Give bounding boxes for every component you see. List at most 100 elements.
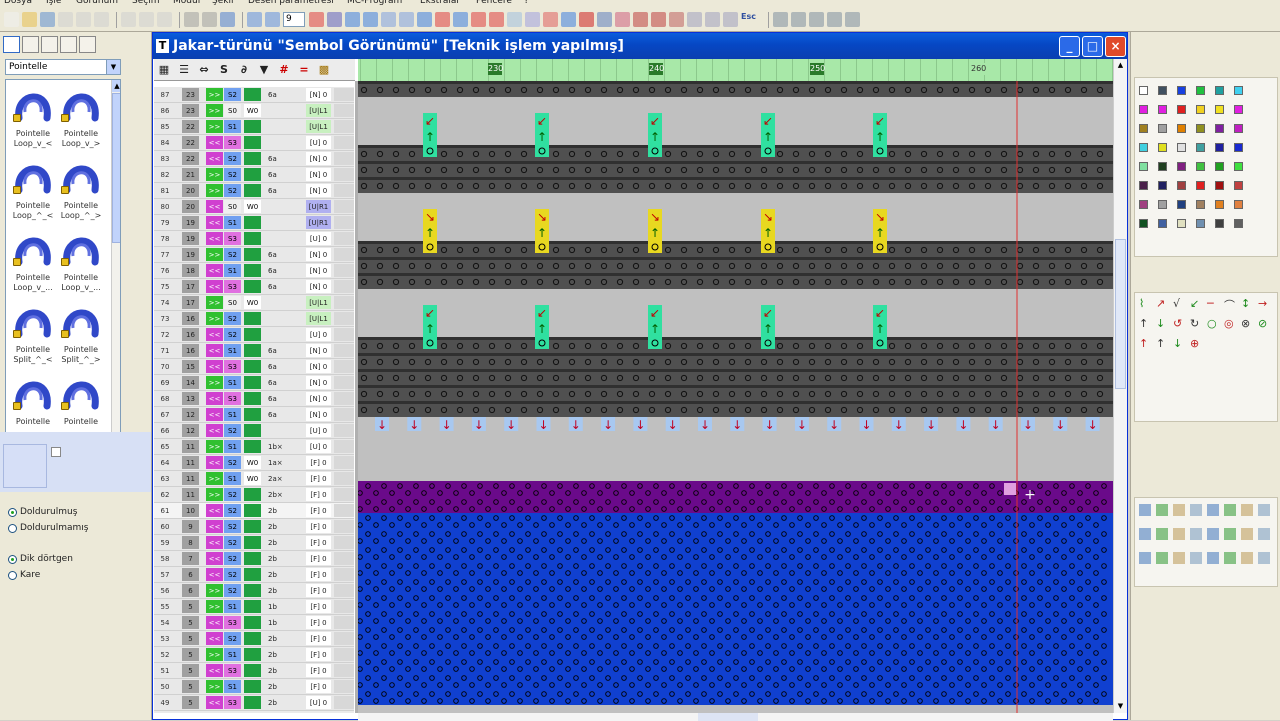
fill-option-filled[interactable]: Doldurulmuş: [8, 507, 77, 517]
color-swatch[interactable]: [1215, 143, 1224, 152]
system-cell[interactable]: S3: [224, 696, 241, 709]
color-swatch[interactable]: [1196, 181, 1205, 190]
module-tool-icon[interactable]: [1258, 504, 1270, 516]
system-cell[interactable]: S2: [224, 536, 241, 549]
module-tool-icon[interactable]: [1139, 504, 1151, 516]
system-cell[interactable]: S2: [224, 152, 241, 165]
shape-option-square[interactable]: Kare: [8, 570, 40, 580]
system-cell[interactable]: S1: [224, 216, 241, 229]
direction-arrow-icon[interactable]: <<: [206, 360, 223, 373]
menu-item-3[interactable]: Seçim: [132, 0, 159, 6]
pattern-grid[interactable]: ↙ ↑ ↙ ↑ ↙ ↑ ↙ ↑ ↙ ↑ ↘ ↑ ↘ ↑ ↘ ↑ ↘ ↑ ↘ ↑ ↙ ↑ ↙ ↑ ↙ ↑ ↙ ↑ ↙ ↑ ↓ ↓ ↓ ↓ ↓ ↓ ↓ ↓ ↓ ↓…: [358, 81, 1113, 713]
yarn-color-cell[interactable]: [244, 232, 261, 245]
direction-arrow-icon[interactable]: <<: [206, 520, 223, 533]
yarn-color-cell[interactable]: [244, 408, 261, 421]
menu-item-0[interactable]: Dosya: [4, 0, 32, 6]
yarn-color-cell[interactable]: [244, 360, 261, 373]
toolbar-tool-icon[interactable]: [435, 12, 450, 27]
menu-item-7[interactable]: MC-Program: [347, 0, 402, 6]
symbol-tile[interactable]: Pointelle Split_^_>: [57, 298, 105, 368]
table-row[interactable]: 49 5 << S3 2b [U] 0: [154, 695, 354, 711]
stitch-symbol-icon[interactable]: ↻: [1190, 317, 1199, 330]
system-cell[interactable]: S2: [224, 552, 241, 565]
table-row[interactable]: 50 5 >> S1 2b [F] 0: [154, 679, 354, 695]
stitch-symbol-icon[interactable]: →: [1258, 297, 1267, 310]
direction-arrow-icon[interactable]: >>: [206, 312, 223, 325]
yarn-color-cell[interactable]: [244, 328, 261, 341]
menu-item-6[interactable]: Desen parametresi: [248, 0, 334, 6]
symbol-tile[interactable]: Pointelle Loop_v_...: [57, 226, 105, 296]
color-swatch[interactable]: [1234, 105, 1243, 114]
table-row[interactable]: 58 7 << S2 2b [F] 0: [154, 551, 354, 567]
library-tab-folders[interactable]: [22, 36, 39, 53]
module-tool-icon[interactable]: [1190, 504, 1202, 516]
table-row[interactable]: 70 15 << S3 6a [N] 0: [154, 359, 354, 375]
yarn-color-cell[interactable]: [244, 680, 261, 693]
menu-item-4[interactable]: Modül: [173, 0, 200, 6]
pattern-icon[interactable]: ▩: [314, 63, 334, 76]
stitch-symbol-icon[interactable]: ↗: [1156, 297, 1165, 310]
table-row[interactable]: 61 10 << S2 2b [F] 0: [154, 503, 354, 519]
module-tool-icon[interactable]: [1139, 552, 1151, 564]
system-cell[interactable]: S1: [224, 344, 241, 357]
yarn-color-cell[interactable]: [244, 280, 261, 293]
toolbar-tool-icon[interactable]: [247, 12, 262, 27]
toolbar-tool-icon[interactable]: [525, 12, 540, 27]
direction-arrow-icon[interactable]: <<: [206, 616, 223, 629]
table-row[interactable]: 53 5 << S2 2b [F] 0: [154, 631, 354, 647]
color-swatch[interactable]: [1215, 200, 1224, 209]
radio-icon[interactable]: [8, 507, 17, 517]
direction-arrow-icon[interactable]: <<: [206, 280, 223, 293]
direction-arrow-icon[interactable]: <<: [206, 568, 223, 581]
system-cell[interactable]: S2: [224, 632, 241, 645]
chain-icon[interactable]: ∂: [234, 63, 254, 76]
toolbar-tool-icon[interactable]: [723, 12, 738, 27]
yarn-color-cell[interactable]: [244, 376, 261, 389]
table-row[interactable]: 85 22 >> S1 [U|L1: [154, 119, 354, 135]
yarn-color-cell[interactable]: [244, 504, 261, 517]
list-icon[interactable]: ☰: [174, 63, 194, 76]
yarn-color-cell[interactable]: [244, 616, 261, 629]
yarn-color-cell[interactable]: [244, 424, 261, 437]
color-swatch[interactable]: [1196, 219, 1205, 228]
minimize-button[interactable]: _: [1059, 36, 1080, 57]
direction-arrow-icon[interactable]: >>: [206, 472, 223, 485]
w-cell[interactable]: W0: [244, 200, 261, 213]
color-swatch[interactable]: [1196, 143, 1205, 152]
color-swatch[interactable]: [1177, 162, 1186, 171]
menu-item-2[interactable]: Görünüm: [76, 0, 118, 6]
direction-arrow-icon[interactable]: <<: [206, 696, 223, 709]
symbol-tile[interactable]: Pointelle Loop_^_>: [57, 154, 105, 224]
symbol-tile[interactable]: Pointelle Loop_v_...: [9, 226, 57, 296]
toolbar-tool-icon[interactable]: [265, 12, 280, 27]
color-swatch[interactable]: [1215, 162, 1224, 171]
color-swatch[interactable]: [1177, 86, 1186, 95]
color-swatch[interactable]: [1158, 86, 1167, 95]
symbol-tile[interactable]: Pointelle Loop_v_<: [9, 82, 57, 152]
color-swatch[interactable]: [1215, 105, 1224, 114]
system-cell[interactable]: S3: [224, 360, 241, 373]
system-cell[interactable]: S2: [224, 520, 241, 533]
direction-arrow-icon[interactable]: <<: [206, 504, 223, 517]
direction-arrow-icon[interactable]: <<: [206, 264, 223, 277]
yarn-color-cell[interactable]: [244, 664, 261, 677]
direction-arrow-icon[interactable]: >>: [206, 440, 223, 453]
toolbar-tool-icon[interactable]: [687, 12, 702, 27]
color-swatch[interactable]: [1158, 181, 1167, 190]
yarn-color-cell[interactable]: [244, 520, 261, 533]
toolbar-tool-icon[interactable]: [40, 12, 55, 27]
toolbar-tool-icon[interactable]: [58, 12, 73, 27]
color-swatch[interactable]: [1158, 219, 1167, 228]
preview-toggle[interactable]: [51, 447, 61, 457]
system-cell[interactable]: S2: [224, 328, 241, 341]
toolbar-tool-icon[interactable]: [471, 12, 486, 27]
radio-icon[interactable]: [8, 523, 17, 533]
yarn-color-cell[interactable]: [244, 584, 261, 597]
stitch-symbol-icon[interactable]: ─: [1207, 297, 1214, 310]
system-cell[interactable]: S2: [224, 504, 241, 517]
module-tool-icon[interactable]: [1207, 504, 1219, 516]
module-tool-icon[interactable]: [1139, 528, 1151, 540]
toolbar-tool-icon[interactable]: [507, 12, 522, 27]
toolbar-tool-icon[interactable]: [561, 12, 576, 27]
direction-arrow-icon[interactable]: >>: [206, 376, 223, 389]
